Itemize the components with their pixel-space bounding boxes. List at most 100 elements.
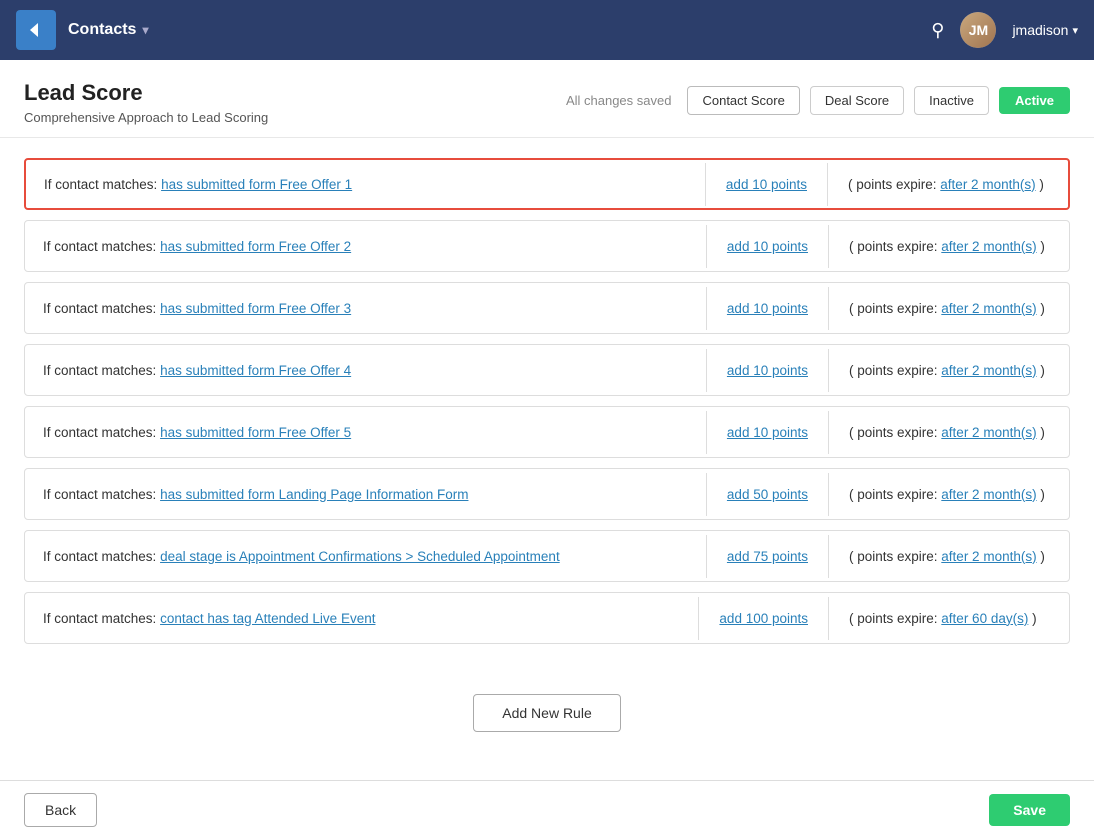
rule-expiry-2: ( points expire: after 2 month(s) )	[829, 225, 1069, 268]
expiry-prefix: ( points expire:	[848, 177, 940, 192]
avatar: JM	[960, 12, 996, 48]
add-rule-section: Add New Rule	[0, 694, 1094, 732]
contacts-nav-brand[interactable]: Contacts ▾	[68, 21, 148, 39]
expiry-prefix: ( points expire:	[849, 611, 941, 626]
condition-link-4[interactable]: has submitted form Free Offer 4	[160, 363, 351, 378]
condition-prefix: If contact matches:	[43, 363, 160, 378]
rule-condition-3: If contact matches: has submitted form F…	[25, 287, 707, 330]
expiry-suffix: )	[1037, 363, 1045, 378]
avatar-image: JM	[960, 12, 996, 48]
expiry-suffix: )	[1028, 611, 1036, 626]
save-button[interactable]: Save	[989, 794, 1070, 826]
expiry-prefix: ( points expire:	[849, 549, 941, 564]
search-icon[interactable]: ⚲	[931, 20, 944, 41]
condition-link-1[interactable]: has submitted form Free Offer 1	[161, 177, 352, 192]
rule-row: If contact matches: has submitted form F…	[24, 158, 1070, 210]
rule-expiry-3: ( points expire: after 2 month(s) )	[829, 287, 1069, 330]
condition-link-8[interactable]: contact has tag Attended Live Event	[160, 611, 375, 626]
expiry-prefix: ( points expire:	[849, 487, 941, 502]
rule-expiry-8: ( points expire: after 60 day(s) )	[829, 597, 1069, 640]
expiry-suffix: )	[1036, 177, 1044, 192]
rule-points-4[interactable]: add 10 points	[707, 349, 829, 392]
condition-link-5[interactable]: has submitted form Free Offer 5	[160, 425, 351, 440]
navbar-left: Contacts ▾	[16, 10, 148, 50]
expiry-prefix: ( points expire:	[849, 425, 941, 440]
condition-prefix: If contact matches:	[44, 177, 161, 192]
rule-points-2[interactable]: add 10 points	[707, 225, 829, 268]
condition-prefix: If contact matches:	[43, 611, 160, 626]
condition-link-6[interactable]: has submitted form Landing Page Informat…	[160, 487, 468, 502]
rule-points-6[interactable]: add 50 points	[707, 473, 829, 516]
rule-condition-1: If contact matches: has submitted form F…	[26, 163, 706, 206]
expiry-link-4[interactable]: after 2 month(s)	[941, 363, 1036, 378]
rule-row: If contact matches: deal stage is Appoin…	[24, 530, 1070, 582]
rule-condition-4: If contact matches: has submitted form F…	[25, 349, 707, 392]
brand-chevron: ▾	[142, 23, 148, 37]
rule-condition-8: If contact matches: contact has tag Atte…	[25, 597, 699, 640]
expiry-link-2[interactable]: after 2 month(s)	[941, 239, 1036, 254]
rule-points-5[interactable]: add 10 points	[707, 411, 829, 454]
rule-row: If contact matches: has submitted form L…	[24, 468, 1070, 520]
rule-points-7[interactable]: add 75 points	[707, 535, 829, 578]
expiry-link-5[interactable]: after 2 month(s)	[941, 425, 1036, 440]
condition-prefix: If contact matches:	[43, 301, 160, 316]
condition-prefix: If contact matches:	[43, 549, 160, 564]
rule-row: If contact matches: has submitted form F…	[24, 220, 1070, 272]
contact-score-tab[interactable]: Contact Score	[687, 86, 799, 115]
page-header-right: All changes saved Contact Score Deal Sco…	[566, 86, 1070, 115]
rule-expiry-5: ( points expire: after 2 month(s) )	[829, 411, 1069, 454]
rule-expiry-7: ( points expire: after 2 month(s) )	[829, 535, 1069, 578]
rule-expiry-1: ( points expire: after 2 month(s) )	[828, 163, 1068, 206]
page-footer: Back Save	[0, 780, 1094, 839]
rule-row: If contact matches: has submitted form F…	[24, 406, 1070, 458]
page-title: Lead Score	[24, 80, 268, 106]
expiry-suffix: )	[1037, 425, 1045, 440]
rule-condition-7: If contact matches: deal stage is Appoin…	[25, 535, 707, 578]
inactive-status-button[interactable]: Inactive	[914, 86, 989, 115]
condition-link-3[interactable]: has submitted form Free Offer 3	[160, 301, 351, 316]
nav-toggle-button[interactable]	[16, 10, 56, 50]
condition-link-7[interactable]: deal stage is Appointment Confirmations …	[160, 549, 560, 564]
content-area: If contact matches: has submitted form F…	[0, 138, 1094, 674]
rule-expiry-4: ( points expire: after 2 month(s) )	[829, 349, 1069, 392]
expiry-link-6[interactable]: after 2 month(s)	[941, 487, 1036, 502]
page-container: Lead Score Comprehensive Approach to Lea…	[0, 60, 1094, 839]
rule-condition-2: If contact matches: has submitted form F…	[25, 225, 707, 268]
back-button[interactable]: Back	[24, 793, 97, 827]
condition-prefix: If contact matches:	[43, 425, 160, 440]
expiry-prefix: ( points expire:	[849, 363, 941, 378]
expiry-link-1[interactable]: after 2 month(s)	[940, 177, 1035, 192]
expiry-suffix: )	[1037, 239, 1045, 254]
page-header-left: Lead Score Comprehensive Approach to Lea…	[24, 80, 268, 125]
expiry-suffix: )	[1037, 549, 1045, 564]
expiry-suffix: )	[1037, 487, 1045, 502]
rule-row: If contact matches: has submitted form F…	[24, 282, 1070, 334]
save-status: All changes saved	[566, 93, 672, 108]
expiry-suffix: )	[1037, 301, 1045, 316]
rule-points-8[interactable]: add 100 points	[699, 597, 829, 640]
rule-condition-6: If contact matches: has submitted form L…	[25, 473, 707, 516]
rule-row: If contact matches: has submitted form F…	[24, 344, 1070, 396]
user-menu[interactable]: jmadison ▾	[1012, 22, 1078, 38]
condition-link-2[interactable]: has submitted form Free Offer 2	[160, 239, 351, 254]
user-chevron: ▾	[1072, 24, 1078, 37]
brand-label: Contacts	[68, 21, 136, 39]
navbar: Contacts ▾ ⚲ JM jmadison ▾	[0, 0, 1094, 60]
deal-score-tab[interactable]: Deal Score	[810, 86, 904, 115]
rule-row: If contact matches: contact has tag Atte…	[24, 592, 1070, 644]
expiry-link-3[interactable]: after 2 month(s)	[941, 301, 1036, 316]
add-new-rule-button[interactable]: Add New Rule	[473, 694, 621, 732]
condition-prefix: If contact matches:	[43, 487, 160, 502]
page-header: Lead Score Comprehensive Approach to Lea…	[0, 60, 1094, 138]
rule-expiry-6: ( points expire: after 2 month(s) )	[829, 473, 1069, 516]
username-label: jmadison	[1012, 22, 1068, 38]
active-status-button[interactable]: Active	[999, 87, 1070, 114]
page-subtitle: Comprehensive Approach to Lead Scoring	[24, 110, 268, 125]
navbar-right: ⚲ JM jmadison ▾	[931, 12, 1078, 48]
rule-points-3[interactable]: add 10 points	[707, 287, 829, 330]
condition-prefix: If contact matches:	[43, 239, 160, 254]
rule-points-1[interactable]: add 10 points	[706, 163, 828, 206]
expiry-link-7[interactable]: after 2 month(s)	[941, 549, 1036, 564]
expiry-prefix: ( points expire:	[849, 301, 941, 316]
expiry-link-8[interactable]: after 60 day(s)	[941, 611, 1028, 626]
